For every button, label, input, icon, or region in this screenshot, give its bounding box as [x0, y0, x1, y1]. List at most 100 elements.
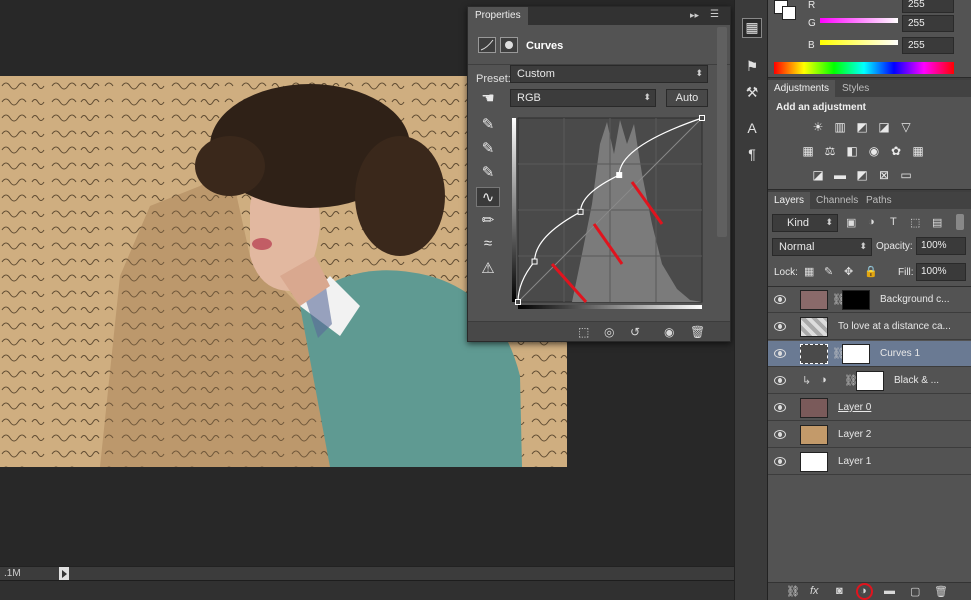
clip-to-layer-icon[interactable]: ⬚	[578, 325, 589, 339]
reset-icon[interactable]: ↺	[630, 325, 640, 339]
pencil-draw-curve-icon[interactable]: ✏	[476, 211, 500, 231]
gradient-map-icon[interactable]: ▭	[898, 168, 914, 182]
new-layer-icon[interactable]: ▢	[910, 585, 920, 598]
filter-toggle[interactable]	[956, 214, 964, 230]
channel-mixer-icon[interactable]: ✿	[888, 144, 904, 158]
exposure-icon[interactable]: ◪	[876, 120, 892, 134]
tab-paths[interactable]: Paths	[860, 192, 898, 209]
tab-layers[interactable]: Layers	[768, 192, 811, 209]
blend-mode-dropdown[interactable]: Normal	[772, 238, 872, 256]
filter-adjustment-icon[interactable]: ◑	[868, 216, 875, 228]
curve-control-point[interactable]	[531, 258, 538, 265]
collapse-icon[interactable]: ▸▸	[690, 10, 699, 21]
layer-row-layer-1[interactable]: Layer 1	[768, 449, 971, 475]
sample-gray-eyedropper-icon[interactable]: ✎	[476, 139, 500, 159]
hue-saturation-icon[interactable]: ▦	[800, 144, 816, 158]
layer-row-background-copy[interactable]: ⛓ Background c...	[768, 287, 971, 313]
r-slider[interactable]	[820, 18, 898, 23]
layer-mask-icon[interactable]	[500, 37, 518, 53]
horizontal-scrollbar[interactable]	[0, 580, 734, 600]
levels-icon[interactable]: ▥	[832, 120, 848, 134]
channel-dropdown[interactable]: RGB	[510, 89, 656, 107]
visibility-eye-icon[interactable]	[774, 295, 786, 304]
filter-type-icon[interactable]: T	[890, 216, 897, 228]
layer-row-curves-1[interactable]: ⛓ Curves 1	[768, 341, 971, 367]
visibility-eye-icon[interactable]	[774, 403, 786, 412]
layer-row-black-white[interactable]: ↳ ◑ ⛓ Black & ...	[768, 368, 971, 394]
black-white-icon[interactable]: ◧	[844, 144, 860, 158]
character-panel-icon[interactable]: A	[742, 120, 762, 140]
visibility-eye-icon[interactable]: ◉	[664, 325, 674, 339]
tab-styles[interactable]: Styles	[836, 80, 875, 97]
photo-filter-icon[interactable]: ◉	[866, 144, 882, 158]
add-mask-icon[interactable]: ◙	[836, 585, 843, 597]
link-layers-icon[interactable]: ⛓	[786, 585, 800, 598]
filter-shape-icon[interactable]: ⬚	[910, 216, 920, 229]
delete-adjustment-icon[interactable]: 🗑	[690, 325, 705, 339]
mask-thumbnail[interactable]	[842, 344, 870, 364]
color-lookup-icon[interactable]: ▦	[910, 144, 926, 158]
layer-row-layer-0[interactable]: Layer 0	[768, 395, 971, 421]
preset-dropdown[interactable]: Custom	[510, 65, 708, 83]
clipping-warning-icon[interactable]: ⚠	[476, 259, 500, 279]
panel-menu-icon[interactable]: ☰	[710, 9, 719, 20]
layer-row-layer-2[interactable]: Layer 2	[768, 422, 971, 448]
properties-scrollbar[interactable]	[717, 27, 727, 237]
b-value-field[interactable]: 255	[902, 37, 954, 54]
vibrance-icon[interactable]: ▽	[898, 120, 914, 134]
edit-points-curve-icon[interactable]: ∿	[476, 187, 500, 207]
lock-all-icon[interactable]: 🔒	[864, 265, 878, 278]
lock-transparent-icon[interactable]: ▦	[804, 265, 814, 278]
b-slider[interactable]	[820, 40, 898, 45]
tab-channels[interactable]: Channels	[810, 192, 864, 209]
threshold-icon[interactable]: ◩	[854, 168, 870, 182]
visibility-eye-icon[interactable]	[774, 349, 786, 358]
selective-color-icon[interactable]: ⊠	[876, 168, 892, 182]
r-value-field[interactable]: 255	[902, 0, 954, 13]
curve-control-point[interactable]	[616, 172, 623, 179]
smooth-curve-icon[interactable]: ≈	[476, 235, 500, 255]
brightness-contrast-icon[interactable]: ☀	[810, 120, 826, 134]
visibility-eye-icon[interactable]	[774, 322, 786, 331]
visibility-eye-icon[interactable]	[774, 430, 786, 439]
curve-control-point[interactable]	[515, 299, 521, 305]
color-balance-icon[interactable]: ⚖	[822, 144, 838, 158]
curves-graph[interactable]	[512, 114, 708, 310]
g-value-field[interactable]: 255	[902, 15, 954, 32]
new-group-icon[interactable]: ▬	[884, 585, 895, 597]
tool-presets-icon[interactable]: ⚒	[742, 84, 762, 104]
visibility-eye-icon[interactable]	[774, 457, 786, 466]
view-previous-state-icon[interactable]: ◎	[604, 325, 614, 339]
background-color-swatch[interactable]	[782, 6, 796, 20]
curve-control-point[interactable]	[577, 208, 584, 215]
curve-control-point[interactable]	[699, 115, 705, 121]
posterize-icon[interactable]: ▬	[832, 168, 848, 182]
opacity-field[interactable]: 100%	[916, 237, 966, 255]
color-spectrum[interactable]	[774, 62, 954, 74]
lock-image-icon[interactable]: ✎	[824, 265, 833, 278]
mask-thumbnail[interactable]	[842, 290, 870, 310]
sample-white-eyedropper-icon[interactable]: ✎	[476, 163, 500, 183]
tab-adjustments[interactable]: Adjustments	[768, 80, 836, 97]
fill-field[interactable]: 100%	[916, 263, 966, 281]
brush-presets-icon[interactable]: ⚑	[742, 58, 762, 78]
properties-panel-icon[interactable]: ▦	[742, 18, 762, 38]
visibility-eye-icon[interactable]	[774, 376, 786, 385]
paragraph-panel-icon[interactable]: ¶	[742, 146, 762, 166]
kind-filter-dropdown[interactable]: Kind	[772, 214, 838, 232]
layer-style-fx-icon[interactable]: fx	[810, 585, 819, 597]
lock-position-icon[interactable]: ✥	[844, 265, 853, 278]
filter-smart-object-icon[interactable]: ▤	[932, 216, 942, 229]
delete-layer-icon[interactable]: 🗑	[934, 585, 948, 598]
mask-thumbnail[interactable]	[856, 371, 884, 391]
tab-properties[interactable]: Properties	[468, 7, 528, 25]
layer-row-text-layer[interactable]: To love at a distance ca...	[768, 314, 971, 340]
on-image-adjust-icon[interactable]: ☚	[476, 89, 500, 109]
auto-button[interactable]: Auto	[666, 89, 708, 107]
filter-pixel-icon[interactable]: ▣	[846, 216, 856, 229]
sample-black-eyedropper-icon[interactable]: ✎	[476, 115, 500, 135]
invert-icon[interactable]: ◪	[810, 168, 826, 182]
curves-adjustment-icon[interactable]	[478, 37, 496, 53]
status-menu-arrow-icon[interactable]	[59, 567, 69, 580]
curves-icon[interactable]: ◩	[854, 120, 870, 134]
